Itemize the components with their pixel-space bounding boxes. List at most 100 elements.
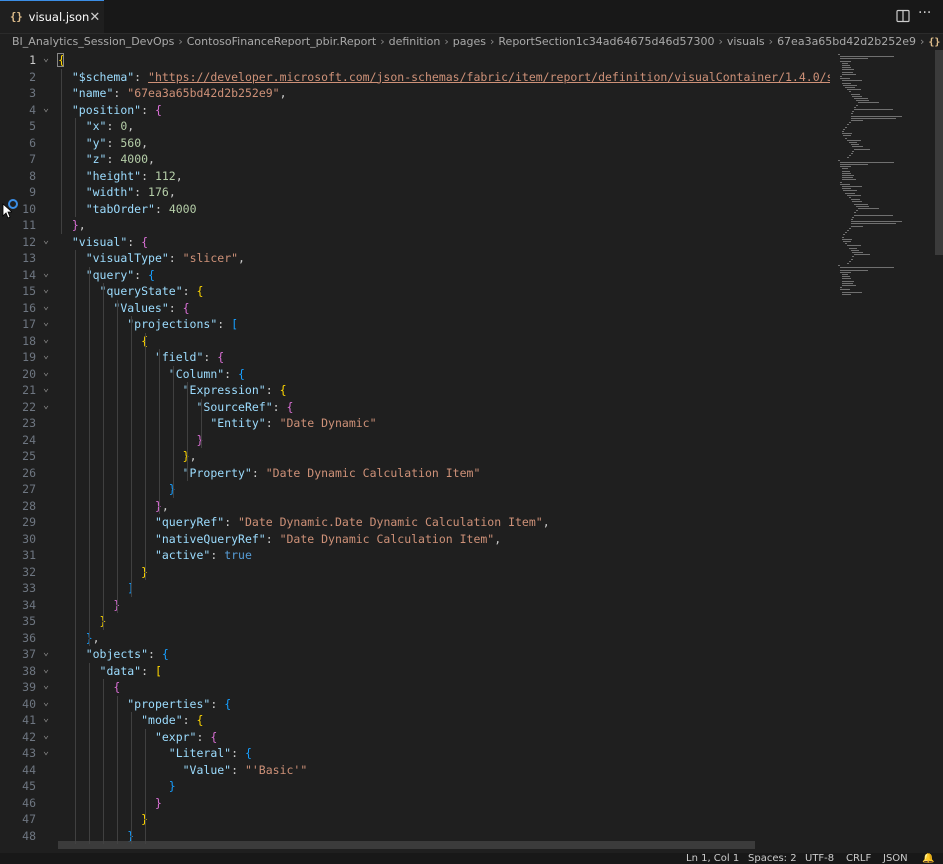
chevron-down-icon[interactable]: ⌄ — [43, 695, 49, 712]
code-line[interactable]: 24 } — [0, 432, 830, 449]
code-line[interactable]: 28 }, — [0, 498, 830, 515]
chevron-down-icon[interactable]: ⌄ — [43, 282, 49, 299]
chevron-down-icon[interactable]: ⌄ — [43, 381, 49, 398]
split-editor-icon[interactable] — [896, 9, 910, 23]
code-line[interactable]: 2 "$schema": "https://developer.microsof… — [0, 69, 830, 86]
code-line[interactable]: 34 } — [0, 597, 830, 614]
chevron-down-icon[interactable]: ⌄ — [43, 101, 49, 118]
code-line[interactable]: 6 "y": 560, — [0, 135, 830, 152]
breadcrumb-item[interactable]: definition — [389, 35, 441, 48]
code-line[interactable]: 41 ⌄ "mode": { — [0, 712, 830, 729]
chevron-down-icon[interactable]: ⌄ — [43, 266, 49, 283]
code-line[interactable]: 31 "active": true — [0, 547, 830, 564]
chevron-down-icon[interactable]: ⌄ — [43, 365, 49, 382]
minimap-line — [850, 219, 853, 220]
horizontal-scrollbar[interactable] — [58, 841, 755, 849]
chevron-down-icon[interactable]: ⌄ — [43, 398, 49, 415]
notifications-icon[interactable]: 🔔 — [922, 853, 934, 864]
code-line[interactable]: 39 ⌄ { — [0, 679, 830, 696]
code-line[interactable]: 21 ⌄ "Expression": { — [0, 382, 830, 399]
chevron-down-icon[interactable]: ⌄ — [43, 348, 49, 365]
code-line[interactable]: 9 "width": 176, — [0, 184, 830, 201]
code-line[interactable]: 27 } — [0, 481, 830, 498]
minimap-line — [843, 241, 852, 242]
code-line[interactable]: 45 } — [0, 778, 830, 795]
code-line[interactable]: 18⌄ { — [0, 333, 830, 350]
code-line[interactable]: 4 ⌄ "position": { — [0, 102, 830, 119]
line-number: 39 — [22, 680, 36, 694]
line-number: 45 — [22, 779, 36, 793]
indent-guide — [75, 118, 76, 217]
minimap[interactable] — [834, 50, 934, 848]
code-line[interactable]: 11 }, — [0, 217, 830, 234]
code-line[interactable]: 42 ⌄ "expr": { — [0, 729, 830, 746]
code-line[interactable]: 25 }, — [0, 448, 830, 465]
breadcrumb-item[interactable]: visuals — [727, 35, 765, 48]
close-icon[interactable]: ✕ — [89, 10, 100, 25]
code-line[interactable]: 16 ⌄ "Values": { — [0, 300, 830, 317]
code-line[interactable]: 44 "Value": "'Basic'" — [0, 762, 830, 779]
chevron-down-icon[interactable]: ⌄ — [43, 299, 49, 316]
chevron-down-icon[interactable]: ⌄ — [43, 51, 49, 68]
code-line[interactable]: 30 "nativeQueryRef": "Date Dynamic Calcu… — [0, 531, 830, 548]
code-line[interactable]: 38 ⌄ "data": [ — [0, 663, 830, 680]
more-actions-icon[interactable]: ··· — [918, 5, 931, 21]
breadcrumb-item[interactable]: ReportSection1c34ad64675d46d57300 — [498, 35, 714, 48]
code-line[interactable]: 3 "name": "67ea3a65bd42d2b252e9", — [0, 85, 830, 102]
code-line[interactable]: 43 ⌄ "Literal": { — [0, 745, 830, 762]
code-line[interactable]: 22 ⌄ "SourceRef": { — [0, 399, 830, 416]
code-line[interactable]: 17 ⌄ "projections": [ — [0, 316, 830, 333]
chevron-down-icon[interactable]: ⌄ — [43, 711, 49, 728]
code-line[interactable]: 26 "Property": "Date Dynamic Calculation… — [0, 465, 830, 482]
code-line[interactable]: 29 "queryRef": "Date Dynamic.Date Dynami… — [0, 514, 830, 531]
line-number: 19 — [22, 350, 36, 364]
code-line[interactable]: 40 ⌄ "properties": { — [0, 696, 830, 713]
breadcrumb-item[interactable]: pages — [453, 35, 486, 48]
line-endings[interactable]: CRLF — [846, 853, 871, 864]
code-line[interactable]: 7 "z": 4000, — [0, 151, 830, 168]
code-line[interactable]: 12 ⌄ "visual": { — [0, 234, 830, 251]
code-line[interactable]: 47 } — [0, 811, 830, 828]
code-line[interactable]: 37 ⌄ "objects": { — [0, 646, 830, 663]
code-line[interactable]: 14 ⌄ "query": { — [0, 267, 830, 284]
chevron-down-icon[interactable]: ⌄ — [43, 744, 49, 761]
chevron-down-icon[interactable]: ⌄ — [43, 233, 49, 250]
cursor-position[interactable]: Ln 1, Col 1 — [686, 853, 739, 864]
chevron-down-icon[interactable]: ⌄ — [43, 728, 49, 745]
tab-visual-json[interactable]: {} visual.json ✕ — [0, 0, 104, 33]
breadcrumb-item[interactable]: BI_Analytics_Session_DevOps — [12, 35, 174, 48]
line-number: 38 — [22, 663, 36, 678]
encoding[interactable]: UTF-8 — [805, 853, 834, 864]
code-line[interactable]: 5 "x": 0, — [0, 118, 830, 135]
chevron-down-icon[interactable]: ⌄ — [43, 315, 49, 332]
code-line[interactable]: 36 }, — [0, 630, 830, 647]
code-line[interactable]: 13 "visualType": "slicer", — [0, 250, 830, 267]
minimap-line — [841, 175, 855, 176]
code-line[interactable]: 33 ] — [0, 580, 830, 597]
minimap-line — [841, 278, 851, 280]
code-editor[interactable]: 1 ⌄{2 "$schema": "https://developer.micro… — [0, 50, 830, 848]
code-line[interactable]: 23 "Entity": "Date Dynamic" — [0, 415, 830, 432]
indent-guide — [103, 679, 104, 844]
chevron-down-icon[interactable]: ⌄ — [43, 662, 49, 679]
code-line[interactable]: 46 } — [0, 795, 830, 812]
minimap-line — [841, 186, 863, 187]
code-line[interactable]: 19 ⌄ "field": { — [0, 349, 830, 366]
code-line[interactable]: 1 ⌄{ — [0, 52, 830, 69]
breadcrumb-item[interactable]: 67ea3a65bd42d2b252e9 — [777, 35, 916, 48]
breadcrumb-item[interactable]: ContosoFinanceReport_pbir.Report — [187, 35, 376, 48]
code-line[interactable]: 8 "height": 112, — [0, 168, 830, 185]
code-text: "query": { — [85, 267, 155, 282]
chevron-down-icon[interactable]: ⌄ — [43, 332, 49, 349]
tab-bar: {} visual.json ✕ ··· — [0, 0, 943, 34]
chevron-down-icon[interactable]: ⌄ — [43, 645, 49, 662]
code-line[interactable]: 32 } — [0, 564, 830, 581]
chevron-down-icon[interactable]: ⌄ — [43, 678, 49, 695]
code-line[interactable]: 15 ⌄ "queryState": { — [0, 283, 830, 300]
code-line[interactable]: 35 } — [0, 613, 830, 630]
vertical-scrollbar[interactable] — [935, 50, 943, 255]
language-mode[interactable]: JSON — [883, 853, 908, 864]
code-line[interactable]: 10 "tabOrder": 4000 — [0, 201, 830, 218]
indentation[interactable]: Spaces: 2 — [748, 853, 797, 864]
code-line[interactable]: 20 ⌄ "Column": { — [0, 366, 830, 383]
